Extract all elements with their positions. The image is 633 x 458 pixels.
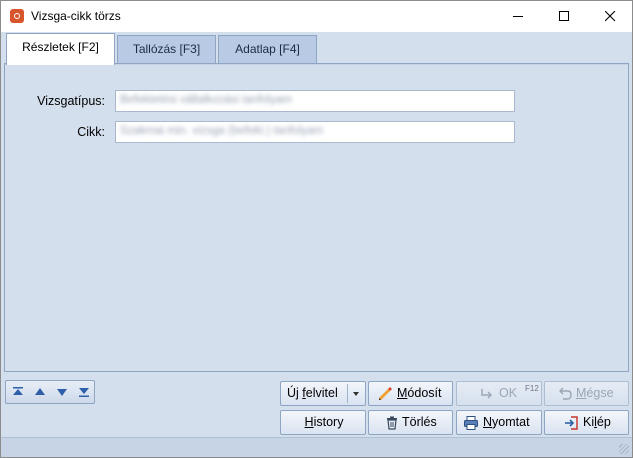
print-label: Nyomtat xyxy=(483,411,530,434)
last-record-button[interactable] xyxy=(76,385,92,399)
first-record-button[interactable] xyxy=(10,385,26,399)
close-button[interactable] xyxy=(587,1,632,32)
minimize-icon xyxy=(513,16,523,17)
trash-icon xyxy=(387,416,397,430)
pencil-icon xyxy=(379,387,392,400)
cikk-field[interactable]: Szakmai min. vizsga (befekt.) tanfolyam xyxy=(115,121,515,143)
exit-button[interactable]: Kilép xyxy=(544,410,629,435)
vizsgatipus-field[interactable]: Befektetési vállalkozási tanfolyam xyxy=(115,90,515,112)
cancel-button[interactable]: Mégse xyxy=(544,381,629,406)
exit-label-post: ép xyxy=(596,415,611,429)
cancel-label: Mégse xyxy=(576,382,614,405)
delete-label: Törlés xyxy=(402,415,437,429)
app-window: Vizsga-cikk törzs Részletek [F2] Tallózá… xyxy=(0,0,633,458)
last-record-icon xyxy=(79,388,89,397)
history-label-post: istory xyxy=(313,415,344,429)
ok-shortcut: F12 xyxy=(525,384,539,393)
cancel-label-post: égse xyxy=(586,386,614,400)
new-record-label-pre: Új xyxy=(287,386,303,400)
exit-label: Kilép xyxy=(583,411,611,434)
resize-grip-icon[interactable] xyxy=(619,444,629,454)
print-label-post: yomtat xyxy=(492,415,530,429)
title-bar: Vizsga-cikk törzs xyxy=(1,1,632,32)
enter-arrow-icon xyxy=(481,389,492,399)
window-title: Vizsga-cikk törzs xyxy=(31,9,121,23)
tab-adatlap[interactable]: Adatlap [F4] xyxy=(218,35,317,64)
cikk-label: Cikk: xyxy=(77,125,105,139)
tab-reszletek[interactable]: Részletek [F2] xyxy=(6,33,115,65)
modify-label-post: ódosít xyxy=(407,386,442,400)
new-record-button[interactable]: Új felvitel xyxy=(280,381,366,406)
chevron-down-icon[interactable] xyxy=(353,392,359,396)
next-record-button[interactable] xyxy=(54,385,70,399)
previous-record-icon xyxy=(35,388,45,395)
details-panel: Vizsgatípus: Befektetési vállalkozási ta… xyxy=(4,63,629,372)
first-record-icon xyxy=(13,387,23,395)
maximize-icon xyxy=(559,11,569,21)
new-record-label: Új felvitel xyxy=(287,382,338,405)
app-logo-icon xyxy=(10,9,24,23)
new-record-label-post: elvitel xyxy=(305,386,338,400)
tab-strip: Részletek [F2] Tallózás [F3] Adatlap [F4… xyxy=(1,32,632,65)
modify-label: Módosít xyxy=(397,382,441,405)
vizsgatipus-label: Vizsgatípus: xyxy=(37,94,105,108)
vizsgatipus-value: Befektetési vállalkozási tanfolyam xyxy=(120,94,292,106)
maximize-button[interactable] xyxy=(541,1,587,32)
exit-label-pre: Ki xyxy=(583,415,595,429)
history-button[interactable]: History xyxy=(280,410,366,435)
ok-label: OK xyxy=(499,386,518,400)
print-button[interactable]: Nyomtat xyxy=(456,410,542,435)
history-label: History xyxy=(281,411,367,434)
cikk-value: Szakmai min. vizsga (befekt.) tanfolyam xyxy=(120,125,324,137)
previous-record-button[interactable] xyxy=(32,385,48,399)
delete-button[interactable]: Törlés xyxy=(368,410,453,435)
status-bar xyxy=(1,437,632,457)
close-icon xyxy=(605,11,616,22)
record-navigator xyxy=(5,380,95,404)
ok-button[interactable]: OK F12 xyxy=(456,381,542,406)
bottom-toolbar: Új felvitel Módosít OK F12 Mégse History… xyxy=(1,373,632,437)
exit-door-icon xyxy=(565,416,578,430)
print-label-accel: N xyxy=(483,415,493,429)
next-record-icon xyxy=(57,389,67,396)
tab-tallozas[interactable]: Tallózás [F3] xyxy=(117,35,216,64)
modify-label-accel: M xyxy=(397,386,408,400)
modify-button[interactable]: Módosít xyxy=(368,381,453,406)
split-divider xyxy=(347,384,348,403)
history-label-accel: H xyxy=(304,415,314,429)
undo-icon xyxy=(559,387,572,400)
printer-icon xyxy=(464,416,478,430)
cancel-label-accel: M xyxy=(576,386,587,400)
minimize-button[interactable] xyxy=(495,1,541,32)
